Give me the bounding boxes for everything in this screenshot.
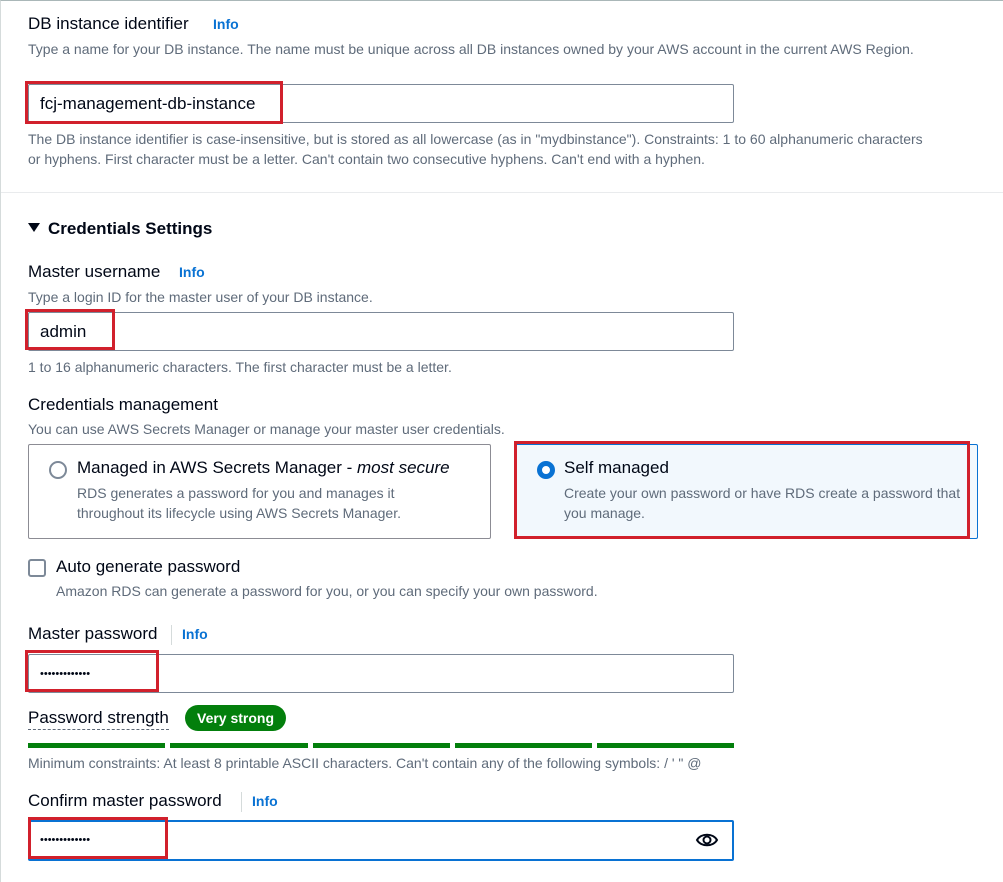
confirm-password-info-link[interactable]: Info bbox=[252, 793, 278, 809]
auto-generate-checkbox[interactable] bbox=[28, 559, 46, 577]
master-password-info-link[interactable]: Info bbox=[182, 626, 208, 642]
master-username-info-link[interactable]: Info bbox=[179, 264, 205, 280]
confirm-password-label: Confirm master password bbox=[28, 791, 222, 810]
instance-identifier-description: Type a name for your DB instance. The na… bbox=[28, 41, 914, 57]
secrets-manager-radio[interactable] bbox=[49, 461, 67, 479]
master-username-label: Master username bbox=[28, 262, 161, 281]
strength-bar-segment bbox=[455, 743, 592, 748]
secrets-manager-option-title: Managed in AWS Secrets Manager - most se… bbox=[77, 458, 450, 477]
auto-generate-label: Auto generate password bbox=[56, 557, 241, 576]
caret-down-icon bbox=[28, 223, 40, 232]
rds-settings-page: DB instance identifier Info Type a name … bbox=[0, 0, 1003, 882]
strength-bar-segment bbox=[28, 743, 165, 748]
password-constraints: Minimum constraints: At least 8 printabl… bbox=[28, 755, 702, 771]
master-password-label: Master password bbox=[28, 624, 158, 643]
password-strength-label[interactable]: Password strength bbox=[28, 708, 169, 730]
credentials-management-description: You can use AWS Secrets Manager or manag… bbox=[28, 421, 505, 437]
highlight-box-confirm bbox=[28, 817, 168, 859]
credentials-settings-toggle[interactable]: Credentials Settings bbox=[28, 219, 212, 239]
secrets-manager-option-description: RDS generates a password for you and man… bbox=[77, 485, 401, 521]
auto-generate-description: Amazon RDS can generate a password for y… bbox=[56, 583, 598, 599]
secrets-manager-option-card[interactable]: Managed in AWS Secrets Manager - most se… bbox=[28, 444, 491, 539]
master-username-description: Type a login ID for the master user of y… bbox=[28, 289, 373, 305]
show-password-eye-icon[interactable] bbox=[695, 830, 719, 850]
master-username-input[interactable]: admin bbox=[28, 312, 734, 351]
instance-identifier-label: DB instance identifier bbox=[28, 14, 189, 33]
highlight-box-password bbox=[25, 650, 159, 692]
credentials-settings-heading: Credentials Settings bbox=[48, 219, 213, 238]
strength-bar-segment bbox=[597, 743, 734, 748]
strength-bar-segment bbox=[170, 743, 308, 748]
label-divider bbox=[171, 625, 172, 645]
instance-identifier-info-link[interactable]: Info bbox=[213, 16, 239, 32]
credentials-management-label: Credentials management bbox=[28, 395, 218, 414]
highlight-box-self-managed bbox=[514, 441, 970, 539]
highlight-box-username bbox=[25, 309, 115, 350]
master-username-hint: 1 to 16 alphanumeric characters. The fir… bbox=[28, 359, 452, 375]
highlight-box-instance bbox=[25, 81, 283, 124]
strength-bar-segment bbox=[313, 743, 450, 748]
label-divider bbox=[241, 792, 242, 812]
password-strength-badge: Very strong bbox=[185, 705, 287, 731]
instance-identifier-hint: The DB instance identifier is case-insen… bbox=[28, 131, 923, 167]
